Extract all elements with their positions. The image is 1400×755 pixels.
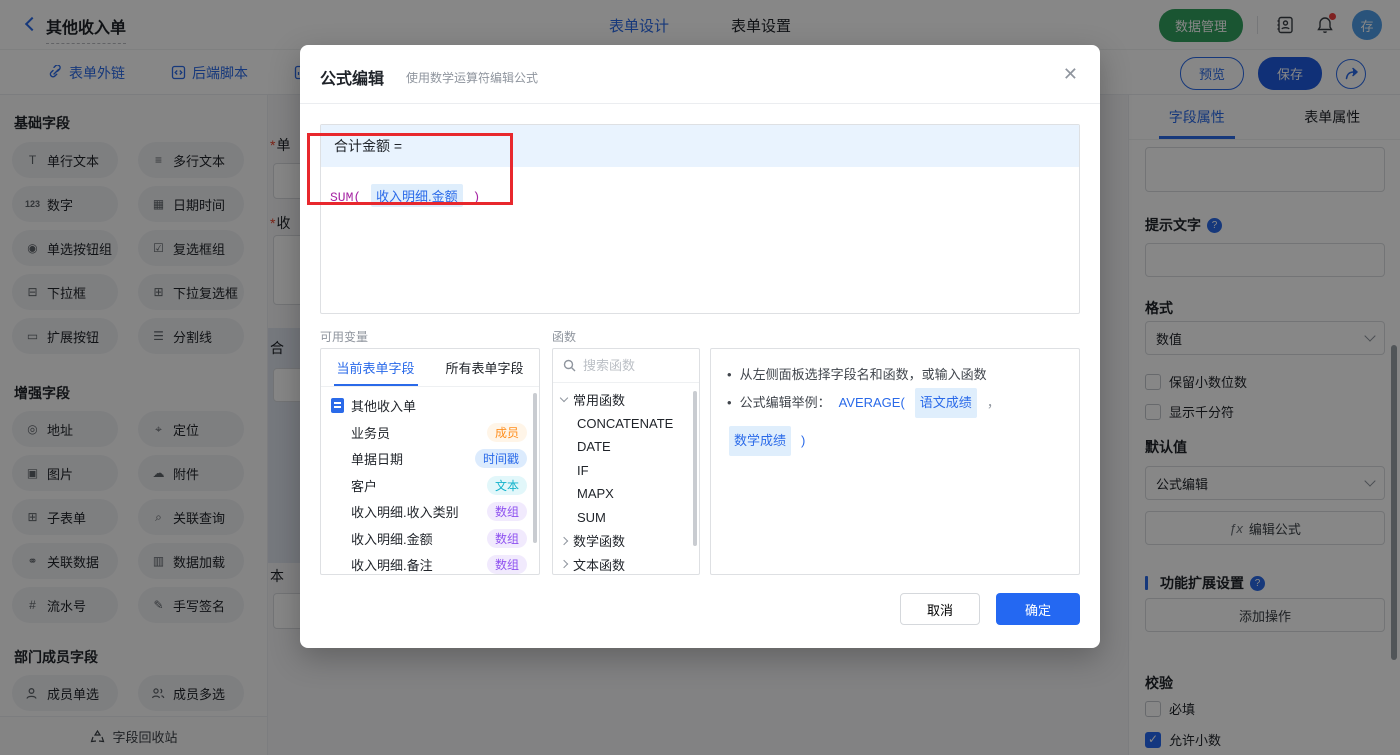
- modal-title: 公式编辑: [320, 71, 385, 88]
- function-group-text[interactable]: 文本函数: [553, 553, 699, 575]
- type-badge: 数组: [486, 555, 527, 574]
- variables-label: 可用变量: [320, 330, 369, 344]
- variable-item[interactable]: 业务员 成员: [321, 419, 539, 446]
- function-item[interactable]: CONCATENATE: [553, 412, 699, 436]
- tab-all-form-fields[interactable]: 所有表单字段: [430, 349, 539, 386]
- function-search[interactable]: [553, 349, 699, 383]
- function-item[interactable]: IF: [553, 459, 699, 483]
- variables-tree-root[interactable]: 其他收入单: [321, 387, 539, 419]
- function-group-math[interactable]: 数学函数: [553, 529, 699, 553]
- variable-item[interactable]: 单据日期 时间戳: [321, 446, 539, 473]
- function-search-input[interactable]: [583, 358, 683, 373]
- modal-header: 公式编辑 使用数学运算符编辑公式 ✕: [300, 45, 1100, 104]
- cancel-button[interactable]: 取消: [900, 593, 980, 625]
- variables-tabs: 当前表单字段 所有表单字段: [321, 349, 539, 387]
- example-field-chip: 数学成绩: [729, 426, 792, 456]
- type-badge: 时间戳: [474, 449, 527, 469]
- bullet-icon: •: [727, 367, 732, 382]
- close-icon[interactable]: ✕: [1063, 64, 1078, 85]
- type-badge: 成员: [486, 422, 527, 442]
- variable-item[interactable]: 收入明细.金额 数组: [321, 525, 539, 552]
- bullet-icon: •: [727, 395, 732, 410]
- function-item[interactable]: SUM: [553, 506, 699, 530]
- type-badge: 数组: [486, 528, 527, 548]
- functions-panel: 常用函数 CONCATENATE DATE IF MAPX SUM 数学函数 文…: [552, 348, 700, 575]
- chevron-right-icon: [559, 560, 569, 569]
- annotation-box: [307, 133, 513, 205]
- variable-item[interactable]: 客户 文本: [321, 472, 539, 499]
- help-line-1: • 从左侧面板选择字段名和函数，或输入函数: [727, 362, 1063, 388]
- example-field-chip: 语文成绩: [914, 388, 977, 418]
- functions-scrollbar[interactable]: [693, 391, 697, 546]
- chevron-down-icon: [559, 394, 569, 403]
- help-line-2: • 公式编辑举例： AVERAGE( 语文成绩 ， 数学成绩 ): [727, 388, 1063, 456]
- type-badge: 数组: [486, 502, 527, 522]
- example-function: AVERAGE(: [838, 395, 905, 410]
- tab-current-form-fields[interactable]: 当前表单字段: [321, 349, 430, 386]
- variables-panel: 当前表单字段 所有表单字段 其他收入单 业务员 成员 单据日期 时间戳 客户 文…: [320, 348, 540, 575]
- type-badge: 文本: [486, 475, 527, 495]
- search-icon: [563, 359, 576, 372]
- functions-label: 函数: [552, 330, 577, 344]
- modal-subtitle: 使用数学运算符编辑公式: [406, 71, 539, 85]
- confirm-button[interactable]: 确定: [996, 593, 1080, 625]
- form-doc-icon: [331, 398, 344, 413]
- function-item[interactable]: MAPX: [553, 482, 699, 506]
- variables-scrollbar[interactable]: [533, 393, 537, 543]
- help-panel: • 从左侧面板选择字段名和函数，或输入函数 • 公式编辑举例： AVERAGE(…: [710, 348, 1080, 575]
- variable-item[interactable]: 收入明细.备注 数组: [321, 552, 539, 574]
- modal-footer: 取消 确定: [900, 593, 1080, 625]
- function-item[interactable]: DATE: [553, 435, 699, 459]
- chevron-right-icon: [559, 536, 569, 545]
- function-group-common[interactable]: 常用函数: [553, 388, 699, 412]
- variable-item[interactable]: 收入明细.收入类别 数组: [321, 499, 539, 526]
